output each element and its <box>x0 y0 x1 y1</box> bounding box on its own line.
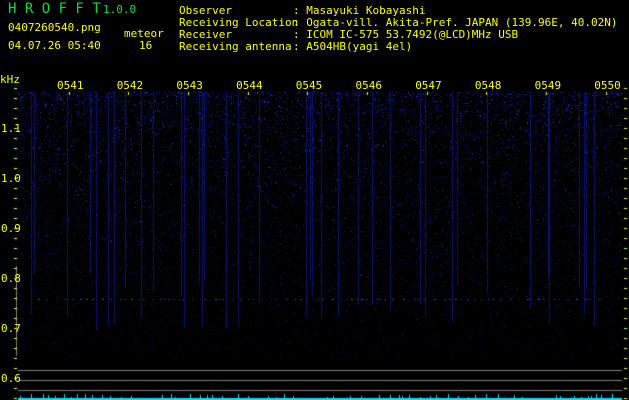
y-tick-label: 1.0 <box>1 172 21 185</box>
y-axis-unit: kHz <box>0 73 20 86</box>
y-tick-label: 0.6 <box>1 372 21 385</box>
filename: 0407260540.png <box>8 21 101 34</box>
app-logo: H R O F F T <box>8 1 101 17</box>
x-tick-label: 0549 <box>534 79 562 92</box>
spectrogram <box>0 0 629 400</box>
x-tick-label: 0545 <box>295 79 323 92</box>
y-tick-label: 0.9 <box>1 222 21 235</box>
datetime: 04.07.26 05:40 <box>8 39 101 52</box>
x-tick-label: 0547 <box>415 79 442 92</box>
y-tick-label: 0.8 <box>1 272 21 285</box>
antenna-value: : A504HB(yagi 4el) <box>293 40 413 53</box>
meteor-count: 16 <box>139 39 153 52</box>
x-tick-label: 0541 <box>57 79 84 92</box>
x-tick-label: 0546 <box>355 79 383 92</box>
x-tick-label: 0548 <box>474 79 502 92</box>
app-version: 1.0.0 <box>103 3 137 16</box>
antenna-label: Receiving antenna <box>179 40 292 53</box>
x-tick-label: 0542 <box>116 79 144 92</box>
x-tick-label: 0544 <box>236 79 263 92</box>
x-tick-label: 0550 <box>594 79 621 92</box>
x-tick-label: 0543 <box>176 79 203 92</box>
y-tick-label: 1.1 <box>1 122 21 135</box>
y-tick-label: 0.7 <box>1 322 21 335</box>
